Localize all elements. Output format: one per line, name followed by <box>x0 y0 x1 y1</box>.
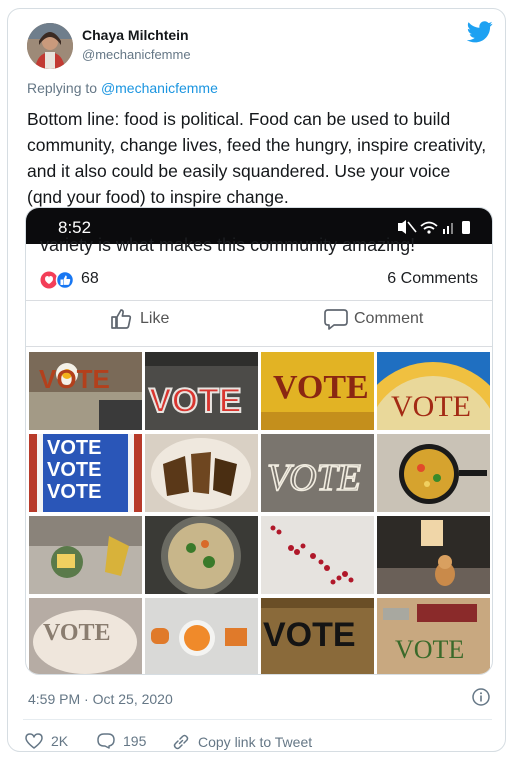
copy-link-action[interactable]: Copy link to Tweet <box>172 733 312 751</box>
tweet-card: Chaya Milchtein @mechanicfemme Replying … <box>7 8 506 752</box>
replying-handle-link[interactable]: @mechanicfemme <box>101 80 218 96</box>
avatar[interactable] <box>27 23 73 69</box>
tile-word: VOTE <box>395 635 464 664</box>
photo-tile[interactable]: VOTE <box>29 352 142 430</box>
photo-tile[interactable] <box>145 516 258 594</box>
tile-word: VOTE <box>43 620 111 646</box>
divider <box>26 346 492 347</box>
reaction-count: 68 <box>81 270 99 287</box>
copy-link-label: Copy link to Tweet <box>198 734 313 750</box>
tile-word: VOTE <box>391 390 471 423</box>
photo-tile[interactable]: VOTE <box>261 434 374 512</box>
tile-word: VOTE <box>267 457 361 499</box>
tweet-text: Bottom line: food is political. Food can… <box>27 109 487 207</box>
photo-tile[interactable] <box>145 598 258 674</box>
reply-count: 195 <box>123 733 147 749</box>
photo-grid: VOTE VOTE VOTE VOTE VOTE VOTE VOTE VOTE … <box>27 350 491 674</box>
comment-button[interactable]: Comment <box>324 308 423 330</box>
photo-tile[interactable] <box>377 434 490 512</box>
replying-to: Replying to @mechanicfemme <box>27 80 218 96</box>
phone-status-icons <box>398 220 470 234</box>
comments-count[interactable]: 6 Comments <box>387 270 478 288</box>
like-thumb-icon <box>111 309 132 329</box>
divider <box>23 719 492 720</box>
tile-word: VOTE <box>263 616 356 654</box>
author-name[interactable]: Chaya Milchtein <box>82 27 189 43</box>
like-button[interactable]: Like <box>110 308 169 330</box>
photo-tile[interactable]: VOTE <box>377 352 490 430</box>
reaction-icons <box>40 271 75 289</box>
photo-tile[interactable] <box>29 516 142 594</box>
photo-tile[interactable]: VOTE <box>377 598 490 674</box>
comment-bubble-icon <box>324 309 348 330</box>
comment-label: Comment <box>354 310 424 327</box>
tile-word: VOTE <box>47 437 101 459</box>
photo-tile[interactable]: VOTE VOTE VOTE <box>29 434 142 512</box>
link-icon <box>173 734 189 750</box>
tile-word: VOTE <box>47 481 101 503</box>
reply-action[interactable]: 195 <box>97 733 146 749</box>
post-caption-cut: variety is what makes this community ama… <box>40 235 416 255</box>
photo-tile[interactable]: VOTE <box>261 598 374 674</box>
heart-icon <box>25 733 43 749</box>
photo-tile[interactable] <box>145 434 258 512</box>
photo-tile[interactable]: VOTE <box>29 598 142 674</box>
photo-tile[interactable]: VOTE <box>145 352 258 430</box>
reply-icon <box>97 733 115 749</box>
twitter-bird-icon[interactable] <box>467 21 493 43</box>
author-handle[interactable]: @mechanicfemme <box>82 47 191 62</box>
photo-tile[interactable] <box>377 516 490 594</box>
facebook-post: variety is what makes this community ama… <box>26 235 492 674</box>
info-icon[interactable] <box>471 687 491 707</box>
tweet-timestamp[interactable]: 4:59 PM · Oct 25, 2020 <box>28 691 173 707</box>
like-label: Like <box>140 310 170 327</box>
replying-prefix: Replying to <box>27 80 101 96</box>
divider <box>26 300 492 301</box>
tile-word: VOTE <box>47 459 101 481</box>
tile-word: VOTE <box>149 382 242 420</box>
tile-word: VOTE <box>39 364 110 394</box>
like-action[interactable]: 2K <box>25 733 68 749</box>
tile-word: VOTE <box>273 369 369 406</box>
photo-tile[interactable]: VOTE <box>261 352 374 430</box>
photo-tile[interactable] <box>261 516 374 594</box>
like-count: 2K <box>51 733 69 749</box>
tweet-media[interactable]: 8:52 variety is what makes this communit… <box>25 207 493 675</box>
